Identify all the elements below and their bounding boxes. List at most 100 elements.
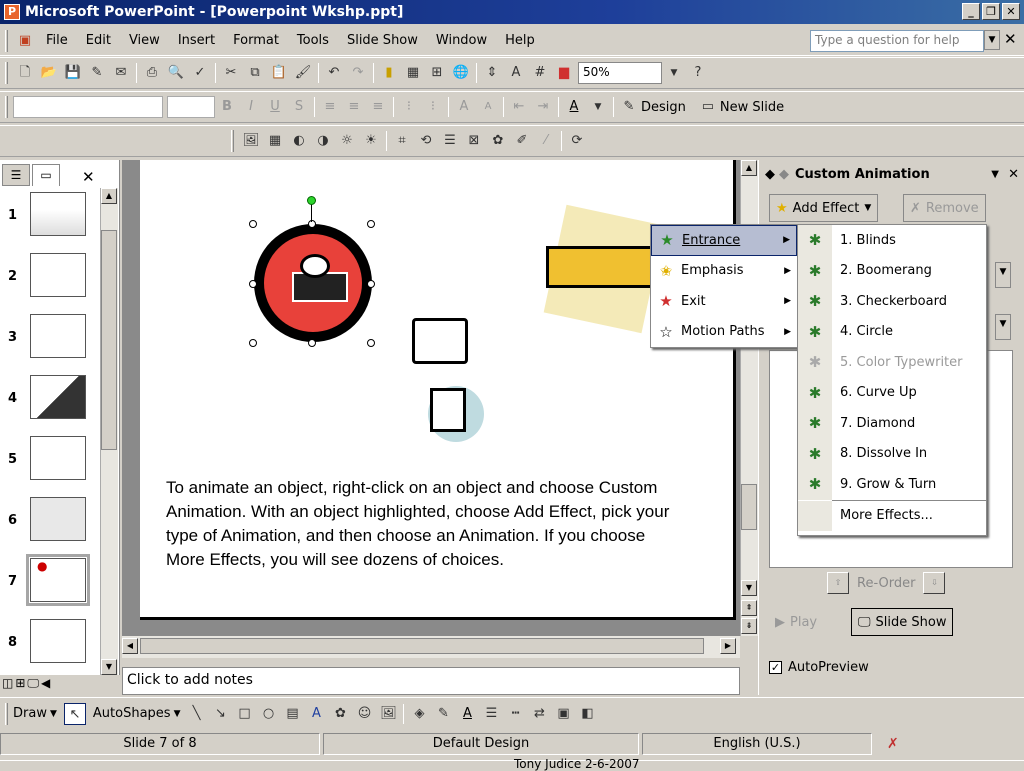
slide-thumb-6[interactable]: 6: [0, 495, 100, 553]
slide-thumb-2[interactable]: 2: [0, 251, 100, 309]
menu-help[interactable]: Help: [496, 33, 544, 48]
back-icon[interactable]: ◆: [765, 167, 775, 182]
draw-menu[interactable]: Draw: [13, 706, 47, 721]
previous-slide-icon[interactable]: ⇞: [741, 600, 757, 616]
menu-item-exit[interactable]: ★ Exit ▶: [651, 286, 797, 317]
next-slide-icon[interactable]: ⇟: [741, 618, 757, 634]
move-down-icon[interactable]: ⇩: [923, 572, 946, 594]
cut-icon[interactable]: ✂: [220, 62, 242, 84]
more-contrast-icon[interactable]: ◐: [288, 130, 310, 152]
numbering-icon[interactable]: ⁝: [398, 96, 420, 118]
task-pane-menu-icon[interactable]: ▼: [991, 169, 999, 180]
resize-handle[interactable]: [367, 280, 375, 288]
decrease-font-icon[interactable]: A: [477, 96, 499, 118]
menu-item-blinds[interactable]: ✱ 1. Blinds: [798, 225, 986, 256]
resize-handle[interactable]: [308, 220, 316, 228]
resize-handle[interactable]: [249, 220, 257, 228]
menu-item-diamond[interactable]: ✱ 7. Diamond: [798, 408, 986, 439]
outline-tab-icon[interactable]: ☰: [2, 164, 30, 186]
scroll-left-icon[interactable]: ◀: [122, 638, 138, 654]
increase-font-icon[interactable]: A: [453, 96, 475, 118]
rectangle-icon[interactable]: □: [233, 703, 255, 725]
clip-art-icon[interactable]: ☺: [353, 703, 375, 725]
chart-icon[interactable]: ▮: [378, 62, 400, 84]
property-dropdown-icon[interactable]: ▼: [995, 262, 1011, 288]
scroll-up-icon[interactable]: ▲: [741, 160, 757, 176]
line-style-icon[interactable]: ☰: [439, 130, 461, 152]
slide-thumb-4[interactable]: 4: [0, 373, 100, 431]
rotate-handle[interactable]: [307, 196, 316, 205]
slide-show-button[interactable]: 🖵 Slide Show: [851, 608, 954, 636]
menu-view[interactable]: View: [120, 33, 169, 48]
align-left-icon[interactable]: ≡: [319, 96, 341, 118]
color-grayscale-icon[interactable]: ▆: [553, 62, 575, 84]
table-icon[interactable]: ▦: [402, 62, 424, 84]
italic-icon[interactable]: I: [240, 96, 262, 118]
menu-item-dissolve-in[interactable]: ✱ 8. Dissolve In: [798, 438, 986, 469]
menu-item-boomerang[interactable]: ✱ 2. Boomerang: [798, 255, 986, 286]
autoshapes-menu[interactable]: AutoShapes: [93, 706, 171, 721]
slide-thumb-1[interactable]: 1: [0, 190, 100, 248]
menu-window[interactable]: Window: [427, 33, 496, 48]
slide-canvas[interactable]: To animate an object, right-click on an …: [140, 160, 736, 620]
new-slide-icon[interactable]: ▭: [697, 96, 719, 118]
select-objects-icon[interactable]: ↖: [63, 702, 86, 725]
scroll-left-icon[interactable]: ◀: [41, 676, 50, 694]
shadow-style-icon[interactable]: ▣: [552, 703, 574, 725]
play-button[interactable]: ▶ Play: [769, 608, 824, 636]
more-brightness-icon[interactable]: ☼: [336, 130, 358, 152]
autopreview-checkbox[interactable]: ✓: [769, 661, 782, 674]
shadow-icon[interactable]: S: [288, 96, 310, 118]
print-icon[interactable]: ⎙: [141, 62, 163, 84]
spelling-icon[interactable]: ✓: [189, 62, 211, 84]
slide-sorter-icon[interactable]: ⊞: [15, 676, 25, 694]
bullets-icon[interactable]: ⁝: [422, 96, 444, 118]
slide-thumb-5[interactable]: 5: [0, 434, 100, 492]
help-icon[interactable]: ?: [687, 62, 709, 84]
slides-tab-icon[interactable]: ▭: [32, 164, 60, 186]
resize-handle[interactable]: [249, 280, 257, 288]
recolor-icon[interactable]: ✿: [487, 130, 509, 152]
remove-button[interactable]: ✗ Remove: [903, 194, 986, 222]
rotate-icon[interactable]: ⟲: [415, 130, 437, 152]
ask-dropdown-icon[interactable]: ▼: [984, 30, 1000, 50]
resize-handle[interactable]: [367, 339, 375, 347]
copy-icon[interactable]: ⧉: [244, 62, 266, 84]
print-preview-icon[interactable]: 🔍: [165, 62, 187, 84]
expand-all-icon[interactable]: ⇕: [481, 62, 503, 84]
spelling-status-icon[interactable]: ✗: [887, 736, 899, 752]
menu-slide-show[interactable]: Slide Show: [338, 33, 427, 48]
font-color-icon[interactable]: A: [563, 96, 585, 118]
menu-item-color-typewriter[interactable]: ✱ 5. Color Typewriter: [798, 347, 986, 378]
picture-icon[interactable]: 🖼: [377, 703, 399, 725]
slide-thumb-3[interactable]: 3: [0, 312, 100, 370]
less-brightness-icon[interactable]: ☀: [360, 130, 382, 152]
speed-dropdown-icon[interactable]: ▼: [995, 314, 1011, 340]
school-bus-clipart-image[interactable]: [546, 246, 656, 288]
menu-insert[interactable]: Insert: [169, 33, 224, 48]
menu-item-more-effects[interactable]: More Effects...: [798, 500, 986, 531]
design-icon[interactable]: ✎: [618, 96, 640, 118]
slide-thumb-8[interactable]: 8: [0, 617, 100, 675]
design-button[interactable]: Design: [641, 100, 686, 115]
open-icon[interactable]: 📂: [38, 62, 60, 84]
menu-edit[interactable]: Edit: [77, 33, 120, 48]
forward-icon[interactable]: ◆: [779, 167, 789, 182]
line-style-icon[interactable]: ☰: [480, 703, 502, 725]
reset-picture-icon[interactable]: ⟳: [566, 130, 588, 152]
font-size-combo[interactable]: [167, 96, 215, 118]
close-button[interactable]: ✕: [1002, 3, 1020, 20]
task-pane-close-icon[interactable]: ✕: [1008, 167, 1019, 182]
redo-icon[interactable]: ↷: [347, 62, 369, 84]
slide-body-text[interactable]: To animate an object, right-click on an …: [166, 476, 686, 572]
restore-button[interactable]: ❐: [982, 3, 1000, 20]
hyperlink-icon[interactable]: 🌐: [450, 62, 472, 84]
menu-item-motion-paths[interactable]: ☆ Motion Paths ▶: [651, 317, 797, 348]
scroll-thumb[interactable]: [741, 484, 757, 530]
book-clipart-image[interactable]: [412, 318, 468, 364]
arrow-style-icon[interactable]: ⇄: [528, 703, 550, 725]
insert-picture-icon[interactable]: 🖼: [240, 130, 262, 152]
ask-question-input[interactable]: Type a question for help: [810, 30, 984, 52]
zoom-box[interactable]: 50%: [578, 62, 662, 84]
normal-view-icon[interactable]: ◫: [2, 676, 13, 694]
